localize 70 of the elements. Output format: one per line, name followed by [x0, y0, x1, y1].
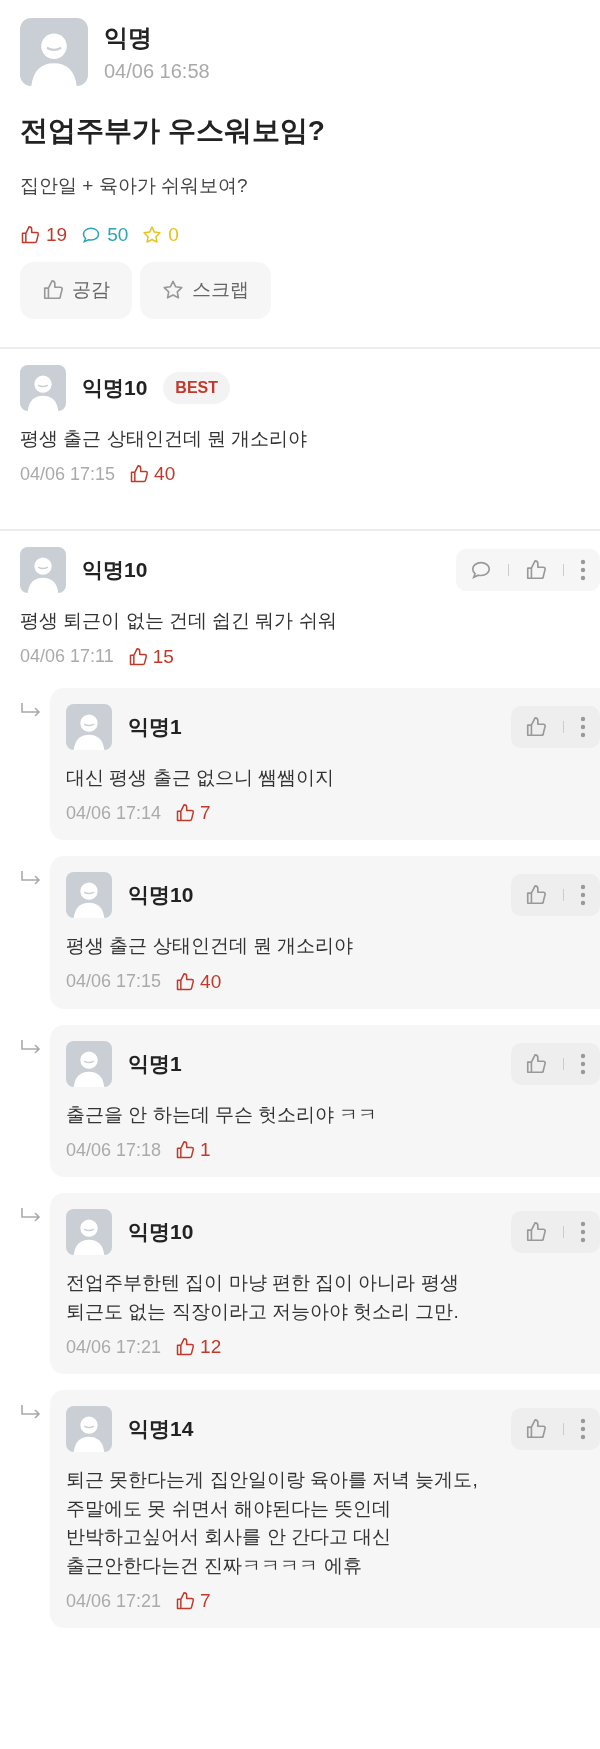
thumbs-up-icon	[127, 646, 148, 667]
comment-text: 대신 평생 출근 없으니 쌤쌤이지	[66, 765, 336, 790]
comment-text: 퇴근 못한다는게 집안일이랑 육아를 저녁 늦게도, 주말에도 못 쉬면서 해야된다는 뜻인데 반박하고싶어서 회사를 안 간다고 대신 출근안한다는건 진짜ㅋㅋㅋㅋ 에휴	[66, 1468, 479, 1578]
avatar-icon	[66, 1209, 112, 1256]
comment-author: 익명1	[128, 1050, 182, 1077]
best-badge: BEST	[163, 371, 231, 404]
thumbs-up-icon	[20, 224, 40, 245]
avatar-icon	[66, 1040, 112, 1087]
comment-time: 04/06 17:11	[20, 646, 114, 668]
more-icon[interactable]	[580, 715, 586, 738]
comment-text: 평생 출근 상태인건데 뭔 개소리야	[20, 426, 309, 451]
post-time: 04/06 16:58	[104, 59, 210, 83]
avatar-icon	[66, 1406, 112, 1453]
comment-time: 04/06 17:18	[66, 1139, 162, 1161]
post-body: 집안일 + 육아가 쉬워보여?	[20, 174, 249, 198]
like-count: 15	[127, 645, 174, 668]
comment-author: 익명10	[82, 374, 148, 401]
comment-count: 50	[81, 223, 129, 246]
comment-author: 익명10	[128, 882, 194, 909]
like-icon	[525, 1052, 547, 1075]
like-icon	[525, 715, 547, 738]
more-icon[interactable]	[580, 1418, 586, 1441]
like-count: 12	[175, 1336, 222, 1359]
avatar-icon	[20, 364, 66, 411]
like-count: 40	[129, 463, 176, 486]
avatar-icon	[66, 872, 112, 919]
comment-time: 04/06 17:14	[66, 802, 162, 824]
thumbs-up-icon	[175, 1591, 196, 1612]
comment-text: 출근을 안 하는데 무슨 헛소리야 ㅋㅋ	[66, 1102, 379, 1127]
thumbs-up-icon	[175, 1337, 196, 1358]
scrap-button[interactable]: 스크랩	[140, 261, 271, 319]
comment-time: 04/06 17:15	[20, 463, 116, 485]
comment-time: 04/06 17:21	[66, 1336, 162, 1358]
avatar-icon	[20, 547, 66, 594]
avatar-icon	[20, 18, 88, 86]
more-icon[interactable]	[580, 1052, 586, 1075]
like-count: 7	[175, 1590, 211, 1613]
like-count: 40	[175, 970, 222, 993]
comment-time: 04/06 17:21	[66, 1590, 162, 1612]
comment-text: 평생 퇴근이 없는 건데 쉽긴 뭐가 쉬워	[20, 609, 338, 634]
comment-text: 평생 출근 상태인건데 뭔 개소리야	[66, 934, 355, 959]
thumbs-up-icon	[175, 1140, 196, 1161]
scrap-count: 0	[142, 223, 179, 246]
like-button[interactable]: 공감	[20, 261, 132, 319]
avatar-icon	[66, 703, 112, 750]
comment-text: 전업주부한텐 집이 마냥 편한 집이 아니라 평생 퇴근도 없는 직장이라고 저능아야 헛소리 그만.	[66, 1271, 460, 1324]
like-count: 19	[20, 223, 68, 246]
comment-time: 04/06 17:15	[66, 971, 162, 993]
thumbs-up-icon	[175, 971, 196, 992]
like-icon	[525, 884, 547, 907]
thumbs-up-icon	[129, 464, 150, 485]
comment-author: 익명10	[82, 557, 148, 584]
like-icon	[525, 1221, 547, 1244]
star-icon	[142, 224, 163, 245]
comment-author: 익명10	[128, 1219, 194, 1246]
more-icon[interactable]	[580, 1221, 586, 1244]
more-icon[interactable]	[580, 884, 586, 907]
comment-icon	[470, 559, 492, 582]
post-author: 익명	[104, 22, 153, 53]
comment-author: 익명14	[128, 1416, 194, 1443]
thumbs-up-icon	[42, 279, 64, 302]
star-icon	[162, 279, 184, 302]
like-count: 1	[175, 1139, 211, 1162]
comment-author: 익명1	[128, 713, 182, 740]
like-icon	[525, 559, 547, 582]
like-count: 7	[175, 802, 211, 825]
more-icon[interactable]	[580, 559, 586, 582]
post-title: 전업주부가 우스워보임?	[20, 114, 326, 148]
thumbs-up-icon	[175, 803, 196, 824]
like-icon	[525, 1418, 547, 1441]
